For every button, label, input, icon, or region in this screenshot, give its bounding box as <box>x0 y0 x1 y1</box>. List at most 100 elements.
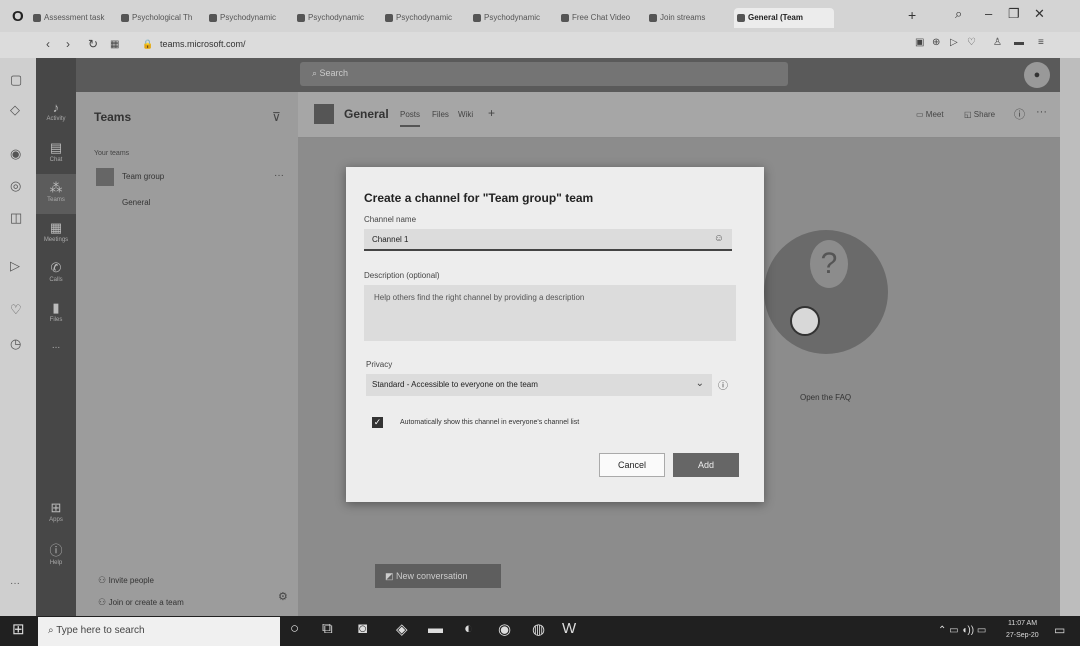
close-window-icon[interactable]: ✕ <box>1034 6 1045 22</box>
browser-tab-bar: O Assessment task Psychological Th Psych… <box>0 0 1080 32</box>
word-icon[interactable]: W <box>562 620 576 637</box>
forward-icon[interactable]: › <box>66 37 70 51</box>
history-icon[interactable]: ◷ <box>10 336 21 352</box>
flow-icon[interactable]: ▷ <box>10 258 20 274</box>
invite-icon: ⚇ <box>98 575 109 585</box>
windows-start-icon[interactable]: ⊞ <box>12 620 25 638</box>
auto-show-checkbox[interactable]: ✓ <box>372 417 383 428</box>
teams-icon: ⁂ <box>49 180 63 195</box>
info-icon[interactable]: ⓘ <box>1014 106 1025 122</box>
notifications-icon[interactable]: ▭ <box>1054 623 1065 637</box>
minimize-icon[interactable]: – <box>985 6 992 21</box>
rail-teams[interactable]: ⁂ Teams <box>36 174 76 214</box>
tab-search-icon[interactable]: ⌕ <box>955 6 962 22</box>
pinboard-icon[interactable]: ♡ <box>10 302 22 318</box>
description-input[interactable]: Help others find the right channel by pr… <box>364 285 736 341</box>
heart-icon[interactable]: ♡ <box>967 37 976 48</box>
task-view-icon[interactable]: ⧉ <box>322 620 333 637</box>
privacy-label: Privacy <box>366 360 393 369</box>
browser-tab[interactable]: Psychological Th <box>118 8 202 28</box>
rail-apps[interactable]: ⊞ Apps <box>36 494 76 534</box>
join-create-team-link[interactable]: ⚇ Join or create a team <box>98 592 184 610</box>
browser-tab[interactable]: Psychodynamic <box>294 8 378 28</box>
rail-activity[interactable]: ♪ Activity <box>36 94 76 134</box>
privacy-select[interactable]: Standard - Accessible to everyone on the… <box>366 374 712 396</box>
more-options-icon[interactable]: ··· <box>274 170 284 181</box>
opera-icon[interactable]: ◉ <box>498 620 511 638</box>
chevron-down-icon: ⌄ <box>695 378 704 389</box>
rail-chat[interactable]: ▤ Chat <box>36 134 76 174</box>
tab-wiki[interactable]: Wiki <box>458 110 473 119</box>
bookmarks-icon[interactable]: ◇ <box>10 102 20 118</box>
browser-tab[interactable]: Join streams <box>646 8 730 28</box>
open-faq-link[interactable]: Open the FAQ <box>800 393 851 402</box>
speed-dial-icon[interactable]: ▦ <box>110 39 119 50</box>
share-button[interactable]: ◱ Share <box>964 110 995 119</box>
cancel-button[interactable]: Cancel <box>599 453 665 477</box>
rail-meetings[interactable]: ▦ Meetings <box>36 214 76 254</box>
avatar[interactable]: ● <box>1024 62 1050 88</box>
vpn-icon[interactable]: ⊕ <box>932 37 940 48</box>
tab-files[interactable]: Files <box>432 110 449 119</box>
taskbar-clock[interactable]: 11:07 AM <box>1008 620 1037 627</box>
settings-icon[interactable]: ⚙ <box>278 590 288 603</box>
profile-icon[interactable]: ♙ <box>993 37 1002 48</box>
add-tab-button[interactable]: + <box>488 106 495 120</box>
invite-people-link[interactable]: ⚇ Invite people <box>98 570 154 588</box>
team-item[interactable]: Team group ··· <box>94 168 292 188</box>
messenger-icon[interactable]: ◉ <box>10 146 21 162</box>
add-button[interactable]: Add <box>673 453 739 477</box>
rail-help[interactable]: ⓘ Help <box>36 534 76 574</box>
menu-icon[interactable]: ≡ <box>1038 37 1044 48</box>
taskbar-date[interactable]: 27-Sep-20 <box>1006 632 1039 639</box>
reload-icon[interactable]: ↻ <box>88 37 98 51</box>
rail-more[interactable]: ... <box>36 334 76 374</box>
meet-button[interactable]: ▭ Meet <box>916 110 944 119</box>
system-tray-icons[interactable]: ⌃ ▭ ◖)) ▭ <box>938 625 986 636</box>
cortana-icon[interactable]: ○ <box>290 620 299 637</box>
whatsapp-icon[interactable]: ◎ <box>10 178 21 194</box>
browser-tab[interactable]: Psychodynamic <box>206 8 290 28</box>
firefox-icon[interactable]: ◐ <box>464 620 473 637</box>
tab-favicon-icon <box>473 14 481 22</box>
store-icon[interactable]: ◙ <box>358 620 367 637</box>
browser-tab-active[interactable]: General (Team <box>734 8 834 28</box>
teams-search-input[interactable]: ⌕ Search <box>300 62 788 86</box>
opera-logo-icon[interactable]: O <box>12 8 24 25</box>
browser-tab[interactable]: Assessment task <box>30 8 114 28</box>
person-illustration <box>790 306 820 336</box>
rail-calls[interactable]: ✆ Calls <box>36 254 76 294</box>
home-icon[interactable]: ▢ <box>10 72 22 88</box>
more-icon[interactable]: ··· <box>10 578 20 589</box>
emoji-icon[interactable]: ☺ <box>714 233 724 244</box>
maximize-icon[interactable]: ❐ <box>1008 6 1020 22</box>
rail-files[interactable]: ▮ Files <box>36 294 76 334</box>
instagram-icon[interactable]: ◫ <box>10 210 22 226</box>
browser-tab[interactable]: Psychodynamic <box>470 8 554 28</box>
filter-icon[interactable]: ⊽ <box>272 110 281 124</box>
new-conversation-button[interactable]: ◩ New conversation <box>375 564 501 588</box>
app-icon[interactable]: ◈ <box>396 620 408 638</box>
channel-name-label: Channel name <box>364 215 417 224</box>
new-tab-button[interactable]: + <box>908 7 916 23</box>
send-icon[interactable]: ▷ <box>950 37 958 48</box>
tab-posts[interactable]: Posts <box>400 110 421 127</box>
browser-tab[interactable]: Free Chat Video <box>558 8 642 28</box>
search-icon: ⌕ <box>312 68 320 78</box>
extensions-icon[interactable]: ▣ <box>915 37 924 48</box>
back-icon[interactable]: ‹ <box>46 37 50 51</box>
channel-item-general[interactable]: General <box>122 198 150 207</box>
chat-icon: ▤ <box>49 140 63 155</box>
file-explorer-icon[interactable]: ▬ <box>428 620 443 637</box>
tab-favicon-icon <box>33 14 41 22</box>
browser-tab[interactable]: Psychodynamic <box>382 8 466 28</box>
url-field[interactable]: teams.microsoft.com/ <box>160 39 246 49</box>
channel-name-input[interactable]: Channel 1 ☺ <box>364 229 732 251</box>
tab-favicon-icon <box>121 14 129 22</box>
chrome-icon[interactable]: ◍ <box>532 620 545 638</box>
more-icon[interactable]: ··· <box>1036 106 1047 118</box>
join-team-icon: ⚇ <box>98 597 109 607</box>
taskbar-search-input[interactable]: ⌕ Type here to search <box>38 617 280 646</box>
team-avatar <box>96 168 114 186</box>
privacy-info-icon[interactable]: ⓘ <box>718 377 728 392</box>
